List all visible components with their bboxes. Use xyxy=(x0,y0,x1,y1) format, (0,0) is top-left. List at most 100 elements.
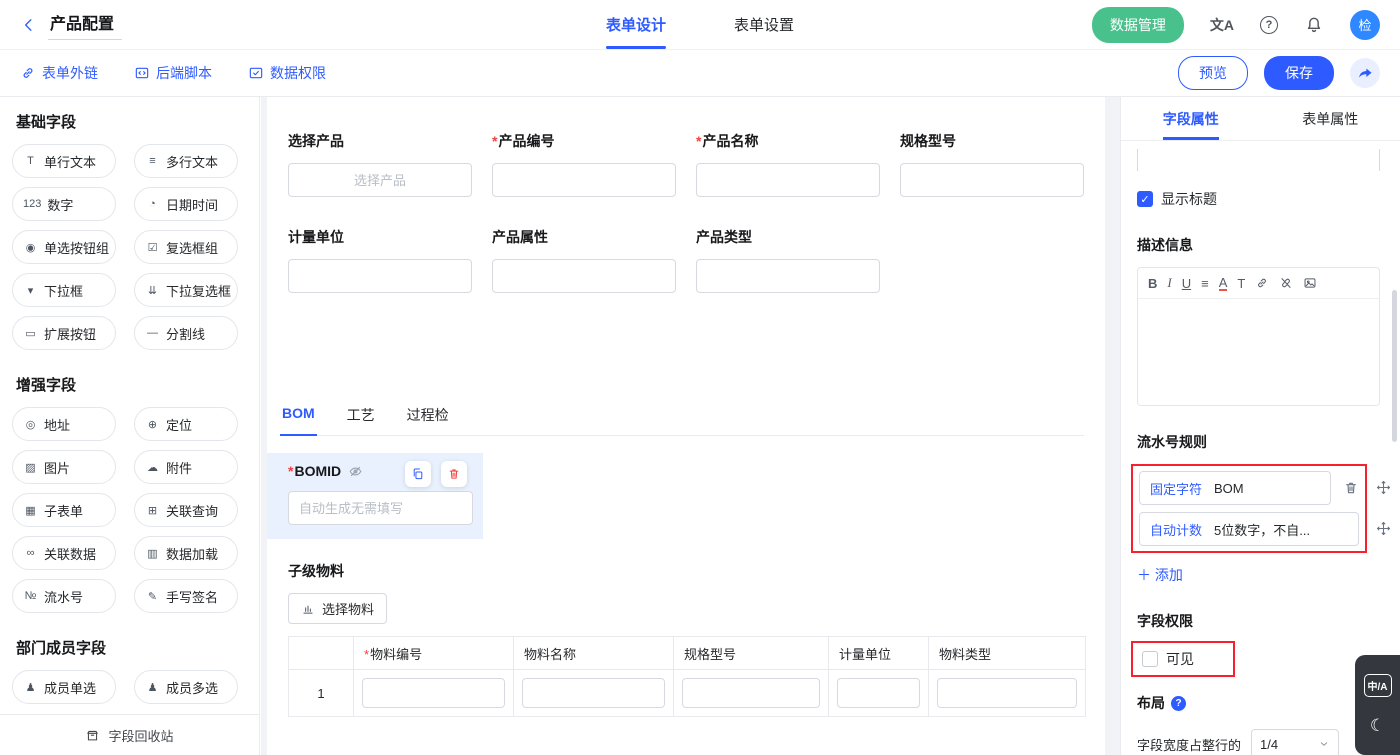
clock-icon: ◔ xyxy=(145,198,160,210)
tab-form-properties[interactable]: 表单属性 xyxy=(1261,97,1400,140)
tab-bom[interactable]: BOM xyxy=(280,405,317,435)
show-title-checkbox[interactable] xyxy=(1137,191,1153,207)
form-field-product-attr[interactable]: 产品属性 xyxy=(492,227,676,293)
product-code-input[interactable] xyxy=(492,163,676,197)
form-field-product-name[interactable]: 产品名称 xyxy=(696,131,880,197)
data-permission-link[interactable]: 数据权限 xyxy=(248,63,326,83)
font-color-icon[interactable]: A xyxy=(1219,276,1228,291)
member-fields-grid: ♟成员单选 ♟成员多选 xyxy=(12,670,247,704)
rule-fixed-char[interactable]: 固定字符 BOM xyxy=(1139,471,1331,505)
unit-input[interactable] xyxy=(288,259,472,293)
material-name-input[interactable] xyxy=(522,678,665,708)
material-unit-input[interactable] xyxy=(837,678,920,708)
sidebar-item-divider[interactable]: —分割线 xyxy=(134,316,238,350)
field-title-input[interactable] xyxy=(1137,149,1380,171)
sidebar-item-radio-group[interactable]: ◉单选按钮组 xyxy=(12,230,116,264)
selected-field-bomid[interactable]: BOMID xyxy=(267,453,483,539)
spec-model-input[interactable] xyxy=(900,163,1084,197)
back-icon[interactable] xyxy=(20,16,38,34)
language-toggle-icon[interactable]: 中/A xyxy=(1364,674,1392,697)
sidebar-item-relation-query[interactable]: ⊞关联查询 xyxy=(134,493,238,527)
sidebar-item-dropdown-multi[interactable]: ⇊下拉复选框 xyxy=(134,273,238,307)
visible-checkbox[interactable] xyxy=(1142,651,1158,667)
sidebar-item-member-multi[interactable]: ♟成员多选 xyxy=(134,670,238,704)
panel-scrollbar[interactable] xyxy=(1392,290,1397,442)
font-size-icon[interactable]: T xyxy=(1237,276,1245,291)
form-external-link[interactable]: 表单外链 xyxy=(20,63,98,83)
sidebar-item-relation-data[interactable]: ∞关联数据 xyxy=(12,536,116,570)
description-editor-body[interactable] xyxy=(1138,299,1379,405)
visible-label: 可见 xyxy=(1166,649,1194,669)
rule-value: 5位数字，不自... xyxy=(1214,520,1310,539)
sidebar-item-single-line-text[interactable]: T单行文本 xyxy=(12,144,116,178)
form-field-product-type[interactable]: 产品类型 xyxy=(696,227,880,293)
sidebar-item-attachment[interactable]: ☁附件 xyxy=(134,450,238,484)
layout-help-icon[interactable]: ? xyxy=(1171,696,1186,711)
insert-image-icon[interactable] xyxy=(1303,276,1317,290)
rule-value: BOM xyxy=(1214,481,1244,496)
data-manage-button[interactable]: 数据管理 xyxy=(1092,7,1184,43)
remove-link-icon[interactable] xyxy=(1279,276,1293,290)
tab-field-properties[interactable]: 字段属性 xyxy=(1121,97,1261,140)
tab-form-settings[interactable]: 表单设置 xyxy=(734,0,794,49)
notification-bell-icon[interactable] xyxy=(1304,15,1324,35)
sidebar-item-signature[interactable]: ✎手写签名 xyxy=(134,579,238,613)
help-icon[interactable]: ? xyxy=(1260,16,1278,34)
italic-icon[interactable]: I xyxy=(1167,275,1171,291)
sidebar-item-multiline-text[interactable]: ≡多行文本 xyxy=(134,144,238,178)
translate-icon[interactable]: 文A xyxy=(1210,15,1234,35)
material-code-input[interactable] xyxy=(362,678,505,708)
delete-field-button[interactable] xyxy=(441,461,467,487)
material-type-input[interactable] xyxy=(937,678,1077,708)
product-type-input[interactable] xyxy=(696,259,880,293)
sidebar-item-location[interactable]: ⊕定位 xyxy=(134,407,238,441)
drag-handle-icon[interactable] xyxy=(1376,521,1391,536)
preview-button[interactable]: 预览 xyxy=(1178,56,1248,90)
bomid-input[interactable] xyxy=(288,491,473,525)
select-material-button[interactable]: 选择物料 xyxy=(288,593,387,624)
sidebar-item-data-load[interactable]: ▥数据加载 xyxy=(134,536,238,570)
form-field-spec-model[interactable]: 规格型号 xyxy=(900,131,1084,197)
product-name-input[interactable] xyxy=(696,163,880,197)
form-fields-row2: 计量单位 产品属性 产品类型 xyxy=(288,227,1084,293)
share-button[interactable] xyxy=(1350,58,1380,88)
add-rule-button[interactable]: ＋ 添加 xyxy=(1137,565,1183,585)
rule-auto-count[interactable]: 自动计数 5位数字，不自... xyxy=(1139,512,1359,546)
sidebar-item-serial-number[interactable]: №流水号 xyxy=(12,579,116,613)
sidebar-item-number[interactable]: 123数字 xyxy=(12,187,116,221)
drag-handle-icon[interactable] xyxy=(1376,480,1391,495)
eye-off-icon[interactable] xyxy=(348,464,363,479)
sidebar-item-label: 扩展按钮 xyxy=(44,324,96,343)
avatar[interactable]: 检 xyxy=(1350,10,1380,40)
sidebar-item-datetime[interactable]: ◔日期时间 xyxy=(134,187,238,221)
copy-field-button[interactable] xyxy=(405,461,431,487)
form-field-unit[interactable]: 计量单位 xyxy=(288,227,472,293)
delete-rule-icon[interactable] xyxy=(1343,480,1359,496)
underline-icon[interactable]: U xyxy=(1182,276,1191,291)
attachment-icon: ☁ xyxy=(145,461,160,474)
bold-icon[interactable]: B xyxy=(1148,276,1157,291)
product-attr-input[interactable] xyxy=(492,259,676,293)
sidebar-item-image[interactable]: ▨图片 xyxy=(12,450,116,484)
page-title[interactable]: 产品配置 xyxy=(48,10,122,40)
tab-form-design[interactable]: 表单设计 xyxy=(606,0,666,49)
field-recycle-bin[interactable]: 字段回收站 xyxy=(0,714,259,755)
sidebar-item-subform[interactable]: ▦子表单 xyxy=(12,493,116,527)
backend-script-link[interactable]: 后端脚本 xyxy=(134,63,212,83)
sidebar-item-dropdown[interactable]: ▾下拉框 xyxy=(12,273,116,307)
sidebar-item-address[interactable]: ◎地址 xyxy=(12,407,116,441)
tab-process[interactable]: 工艺 xyxy=(345,405,377,435)
sidebar-item-member-single[interactable]: ♟成员单选 xyxy=(12,670,116,704)
form-field-product-code[interactable]: 产品编号 xyxy=(492,131,676,197)
width-select[interactable]: 1/4 xyxy=(1251,729,1339,755)
dark-mode-icon[interactable]: ☾ xyxy=(1370,716,1385,736)
sidebar-item-extend-button[interactable]: ▭扩展按钮 xyxy=(12,316,116,350)
list-icon[interactable]: ≡ xyxy=(1201,276,1209,291)
sidebar-item-checkbox-group[interactable]: ☑复选框组 xyxy=(134,230,238,264)
select-product-input[interactable] xyxy=(288,163,472,197)
insert-link-icon[interactable] xyxy=(1255,276,1269,290)
save-button[interactable]: 保存 xyxy=(1264,56,1334,90)
material-spec-input[interactable] xyxy=(682,678,820,708)
tab-process-check[interactable]: 过程检 xyxy=(405,405,451,435)
form-field-select-product[interactable]: 选择产品 xyxy=(288,131,472,197)
